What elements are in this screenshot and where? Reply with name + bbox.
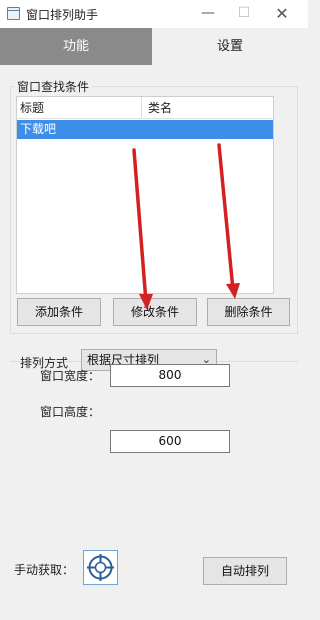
window-width-input[interactable]: 800 — [110, 364, 230, 387]
delete-condition-button[interactable]: 删除条件 — [207, 298, 290, 326]
modify-condition-button[interactable]: 修改条件 — [113, 298, 197, 326]
add-condition-button[interactable]: 添加条件 — [17, 298, 101, 326]
tab-settings[interactable]: 设置 — [152, 28, 308, 65]
manual-capture-label: 手动获取： — [14, 563, 75, 577]
window-width-label: 窗口宽度： — [40, 369, 101, 383]
maximize-button[interactable]: ☐ — [224, 0, 264, 28]
auto-arrange-button[interactable]: 自动排列 — [203, 557, 287, 585]
search-conditions-title: 窗口查找条件 — [14, 78, 93, 95]
window-height-input[interactable]: 600 — [110, 430, 230, 453]
close-button[interactable]: ✕ — [262, 0, 302, 28]
window-title: 窗口排列助手 — [26, 8, 99, 22]
crosshair-target-icon[interactable] — [83, 550, 118, 585]
window-icon — [7, 7, 20, 20]
window-height-label: 窗口高度： — [40, 405, 101, 419]
column-header-title[interactable]: 标题 — [17, 97, 142, 119]
crosshair-target-svg — [87, 554, 114, 581]
column-header-class[interactable]: 类名 — [143, 97, 273, 119]
tab-function[interactable]: 功能 — [0, 28, 152, 65]
minimize-button[interactable]: — — [188, 0, 228, 28]
list-item[interactable]: 下载吧 — [17, 120, 273, 139]
